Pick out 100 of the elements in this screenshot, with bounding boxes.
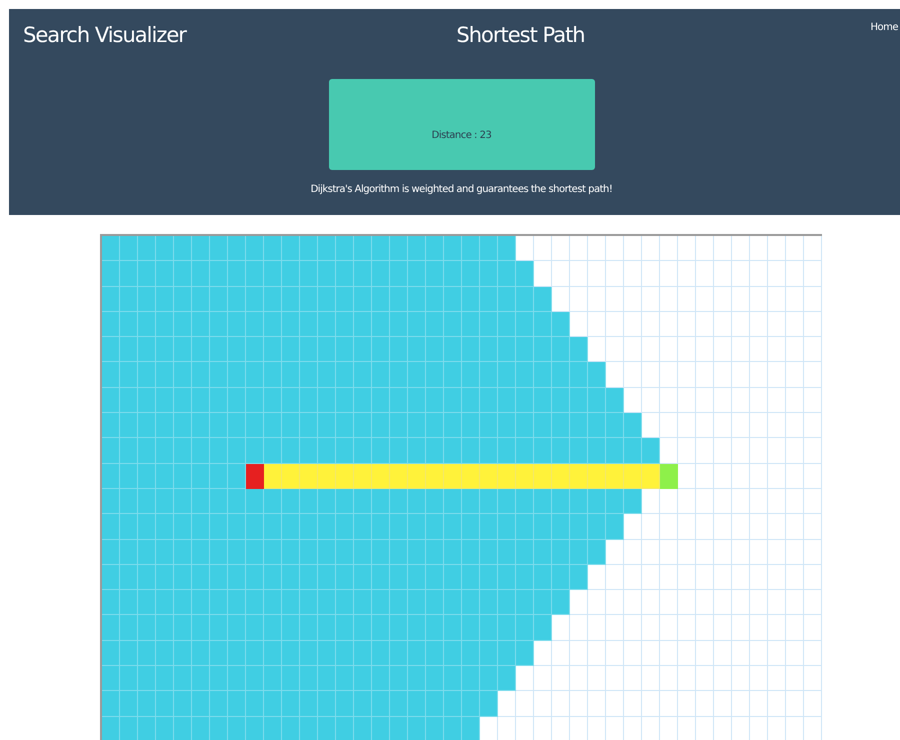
path-cell[interactable] [552, 464, 570, 489]
grid-cell[interactable] [552, 640, 570, 666]
path-cell[interactable] [264, 464, 282, 489]
grid-cell[interactable] [534, 666, 552, 692]
grid-cell[interactable] [714, 236, 732, 262]
path-cell[interactable] [534, 464, 552, 489]
grid-cell[interactable] [570, 590, 588, 616]
grid-cell[interactable] [732, 337, 750, 362]
grid-cell[interactable] [660, 640, 678, 666]
grid-cell[interactable] [732, 464, 750, 489]
grid-cell[interactable] [516, 666, 534, 692]
grid-cell[interactable] [606, 691, 624, 717]
grid-cell[interactable] [804, 312, 822, 338]
grid-cell[interactable] [642, 261, 660, 287]
grid-cell[interactable] [588, 615, 606, 641]
grid-cell[interactable] [804, 615, 822, 641]
grid-cell[interactable] [768, 691, 786, 717]
grid-cell[interactable] [606, 236, 624, 262]
grid-cell[interactable] [678, 564, 696, 590]
grid-cell[interactable] [768, 640, 786, 666]
grid-cell[interactable] [678, 666, 696, 692]
grid-cell[interactable] [696, 691, 714, 717]
grid-cell[interactable] [552, 691, 570, 717]
grid-cell[interactable] [606, 261, 624, 287]
grid-cell[interactable] [804, 640, 822, 666]
grid-cell[interactable] [732, 413, 750, 438]
grid-cell[interactable] [786, 388, 804, 414]
grid-cell[interactable] [660, 312, 678, 338]
grid-cell[interactable] [588, 666, 606, 692]
grid-cell[interactable] [750, 691, 768, 717]
grid-cell[interactable] [786, 488, 804, 514]
grid-cell[interactable] [786, 261, 804, 287]
grid-cell[interactable] [624, 362, 642, 388]
grid-cell[interactable] [678, 691, 696, 717]
grid-cell[interactable] [732, 488, 750, 514]
grid-cell[interactable] [624, 716, 642, 740]
path-cell[interactable] [480, 464, 498, 489]
grid-cell[interactable] [786, 514, 804, 540]
grid-cell[interactable] [714, 388, 732, 414]
grid-cell[interactable] [750, 286, 768, 312]
grid-cell[interactable] [696, 590, 714, 616]
grid-cell[interactable] [570, 691, 588, 717]
grid-cell[interactable] [732, 564, 750, 590]
grid-cell[interactable] [732, 514, 750, 540]
grid-cell[interactable] [696, 615, 714, 641]
grid-cell[interactable] [570, 640, 588, 666]
grid-cell[interactable] [588, 716, 606, 740]
grid-cell[interactable] [714, 488, 732, 514]
grid-cell[interactable] [660, 362, 678, 388]
grid-cell[interactable] [678, 716, 696, 740]
grid-cell[interactable] [678, 488, 696, 514]
grid-cell[interactable] [750, 564, 768, 590]
grid-cell[interactable] [768, 236, 786, 262]
grid-cell[interactable] [606, 640, 624, 666]
path-cell[interactable] [408, 464, 426, 489]
grid-cell[interactable] [624, 640, 642, 666]
grid-cell[interactable] [660, 488, 678, 514]
grid-cell[interactable] [714, 640, 732, 666]
grid-cell[interactable] [768, 337, 786, 362]
grid-cell[interactable] [642, 236, 660, 262]
grid-cell[interactable] [606, 312, 624, 338]
end-cell[interactable] [660, 464, 678, 489]
grid-cell[interactable] [750, 540, 768, 565]
grid-cell[interactable] [678, 362, 696, 388]
grid-cell[interactable] [696, 337, 714, 362]
grid-cell[interactable] [804, 540, 822, 565]
grid-cell[interactable] [696, 564, 714, 590]
grid-cell[interactable] [786, 286, 804, 312]
grid-cell[interactable] [804, 337, 822, 362]
grid-cell[interactable] [624, 615, 642, 641]
grid-cell[interactable] [732, 362, 750, 388]
grid-cell[interactable] [732, 615, 750, 641]
grid-cell[interactable] [606, 564, 624, 590]
grid-cell[interactable] [714, 312, 732, 338]
grid-cell[interactable] [768, 438, 786, 464]
grid-cell[interactable] [714, 540, 732, 565]
grid-cell[interactable] [660, 691, 678, 717]
grid-cell[interactable] [786, 615, 804, 641]
grid-cell[interactable] [588, 312, 606, 338]
path-cell[interactable] [498, 464, 516, 489]
grid-cell[interactable] [534, 716, 552, 740]
grid-cell[interactable] [624, 236, 642, 262]
grid-cell[interactable] [480, 716, 498, 740]
grid-cell[interactable] [804, 261, 822, 287]
grid-cell[interactable] [804, 514, 822, 540]
grid-cell[interactable] [696, 236, 714, 262]
grid-cell[interactable] [786, 564, 804, 590]
grid-cell[interactable] [714, 514, 732, 540]
grid-cell[interactable] [588, 236, 606, 262]
grid-cell[interactable] [768, 590, 786, 616]
grid-cell[interactable] [750, 590, 768, 616]
path-cell[interactable] [606, 464, 624, 489]
grid-cell[interactable] [696, 716, 714, 740]
grid-cell[interactable] [768, 540, 786, 565]
grid-cell[interactable] [660, 438, 678, 464]
grid-cell[interactable] [678, 388, 696, 414]
path-cell[interactable] [282, 464, 300, 489]
grid-cell[interactable] [696, 312, 714, 338]
grid-cell[interactable] [624, 540, 642, 565]
grid-cell[interactable] [768, 514, 786, 540]
